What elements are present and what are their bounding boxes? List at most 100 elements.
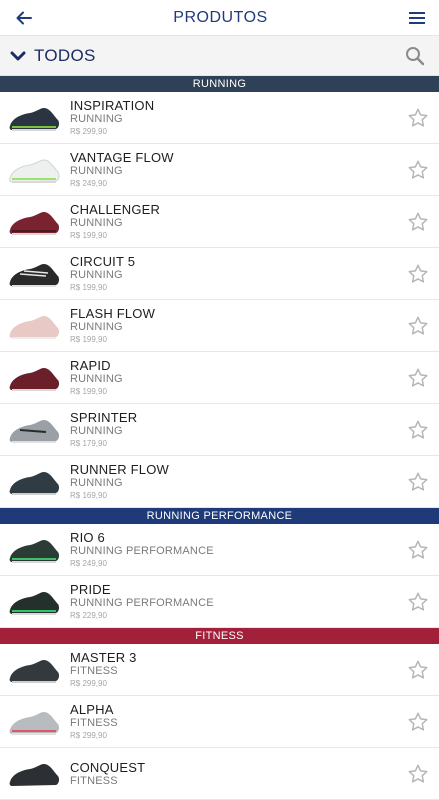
favorite-button[interactable] xyxy=(405,417,431,443)
product-name: CHALLENGER xyxy=(70,201,161,217)
top-app-bar: PRODUTOS xyxy=(0,0,439,36)
product-category: FITNESS xyxy=(70,664,118,677)
product-price: R$ 299,90 xyxy=(70,730,107,740)
product-name: VANTAGE FLOW xyxy=(70,149,174,165)
back-button[interactable] xyxy=(10,4,38,32)
section-header-running: RUNNING xyxy=(0,76,439,92)
product-category: RUNNING PERFORMANCE xyxy=(70,544,214,557)
product-price: R$ 199,90 xyxy=(70,230,107,240)
product-name: INSPIRATION xyxy=(70,97,155,113)
product-item[interactable]: RIO 6 RUNNING PERFORMANCE R$ 249,90 xyxy=(0,524,439,576)
star-outline-icon xyxy=(408,592,428,611)
product-item[interactable]: FLASH FLOW RUNNING R$ 199,90 xyxy=(0,300,439,352)
product-price: R$ 169,90 xyxy=(70,490,107,500)
page-title: PRODUTOS xyxy=(173,8,268,26)
chevron-down-icon xyxy=(10,51,26,60)
hamburger-menu-icon xyxy=(408,11,425,24)
favorite-button[interactable] xyxy=(405,209,431,235)
product-category: RUNNING xyxy=(70,112,123,125)
star-outline-icon xyxy=(408,368,428,387)
favorite-button[interactable] xyxy=(405,589,431,615)
product-item[interactable]: CIRCUIT 5 RUNNING R$ 199,90 xyxy=(0,248,439,300)
shoe-image xyxy=(9,763,60,786)
shoe-image xyxy=(9,591,60,615)
product-category: RUNNING xyxy=(70,476,123,489)
star-outline-icon xyxy=(408,160,428,179)
product-item[interactable]: INSPIRATION RUNNING R$ 299,90 xyxy=(0,92,439,144)
search-button[interactable] xyxy=(401,42,429,70)
product-item[interactable]: CHALLENGER RUNNING R$ 199,90 xyxy=(0,196,439,248)
shoe-image xyxy=(9,107,60,131)
product-price: R$ 199,90 xyxy=(70,334,107,344)
product-category: RUNNING xyxy=(70,320,123,333)
shoe-image xyxy=(9,263,60,287)
star-outline-icon xyxy=(408,212,428,231)
product-name: CONQUEST xyxy=(70,759,146,775)
shoe-image xyxy=(9,659,60,683)
favorite-button[interactable] xyxy=(405,365,431,391)
star-outline-icon xyxy=(408,108,428,127)
favorite-button[interactable] xyxy=(405,261,431,287)
star-outline-icon xyxy=(408,660,428,679)
star-outline-icon xyxy=(408,764,428,783)
product-price: R$ 249,90 xyxy=(70,178,107,188)
product-item[interactable]: VANTAGE FLOW RUNNING R$ 249,90 xyxy=(0,144,439,196)
favorite-button[interactable] xyxy=(405,709,431,735)
star-outline-icon xyxy=(408,540,428,559)
favorite-button[interactable] xyxy=(405,469,431,495)
product-price: R$ 199,90 xyxy=(70,282,107,292)
product-name: RAPID xyxy=(70,357,111,373)
filter-bar: TODOS xyxy=(0,36,439,76)
product-name: PRIDE xyxy=(70,581,111,597)
product-price: R$ 229,90 xyxy=(70,610,107,620)
product-category: RUNNING PERFORMANCE xyxy=(70,596,214,609)
product-item[interactable]: PRIDE RUNNING PERFORMANCE R$ 229,90 xyxy=(0,576,439,628)
arrow-left-icon xyxy=(16,11,32,24)
section-header-fitness: FITNESS xyxy=(0,628,439,644)
shoe-image xyxy=(9,711,60,735)
product-price: R$ 199,90 xyxy=(70,386,107,396)
star-outline-icon xyxy=(408,316,428,335)
product-item[interactable]: ALPHA FITNESS R$ 299,90 xyxy=(0,696,439,748)
product-price: R$ 299,90 xyxy=(70,678,107,688)
product-category: FITNESS xyxy=(70,774,118,787)
shoe-image xyxy=(9,471,60,495)
star-outline-icon xyxy=(408,420,428,439)
product-category: RUNNING xyxy=(70,372,123,385)
product-category: RUNNING xyxy=(70,216,123,229)
favorite-button[interactable] xyxy=(405,157,431,183)
product-category: RUNNING xyxy=(70,424,123,437)
product-name: FLASH FLOW xyxy=(70,305,156,321)
favorite-button[interactable] xyxy=(405,657,431,683)
shoe-image xyxy=(9,211,60,235)
star-outline-icon xyxy=(408,712,428,731)
product-name: MASTER 3 xyxy=(70,649,137,665)
product-price: R$ 299,90 xyxy=(70,126,107,136)
category-filter-dropdown[interactable]: TODOS xyxy=(10,46,96,66)
product-category: FITNESS xyxy=(70,716,118,729)
menu-button[interactable] xyxy=(403,4,431,32)
product-name: RIO 6 xyxy=(70,529,105,545)
shoe-image xyxy=(9,419,60,443)
product-item[interactable]: MASTER 3 FITNESS R$ 299,90 xyxy=(0,644,439,696)
filter-label: TODOS xyxy=(34,45,96,65)
shoe-image xyxy=(9,315,60,339)
product-name: RUNNER FLOW xyxy=(70,461,169,477)
favorite-button[interactable] xyxy=(405,537,431,563)
favorite-button[interactable] xyxy=(405,313,431,339)
shoe-image xyxy=(9,539,60,563)
favorite-button[interactable] xyxy=(405,761,431,787)
product-price: R$ 179,90 xyxy=(70,438,107,448)
product-item[interactable]: RAPID RUNNING R$ 199,90 xyxy=(0,352,439,404)
product-category: RUNNING xyxy=(70,268,123,281)
product-item[interactable]: CONQUEST FITNESS xyxy=(0,748,439,800)
star-outline-icon xyxy=(408,264,428,283)
product-category: RUNNING xyxy=(70,164,123,177)
product-item[interactable]: SPRINTER RUNNING R$ 179,90 xyxy=(0,404,439,456)
product-price: R$ 249,90 xyxy=(70,558,107,568)
shoe-image xyxy=(9,158,60,183)
star-outline-icon xyxy=(408,472,428,491)
favorite-button[interactable] xyxy=(405,105,431,131)
product-item[interactable]: RUNNER FLOW RUNNING R$ 169,90 xyxy=(0,456,439,508)
product-name: ALPHA xyxy=(70,701,114,717)
